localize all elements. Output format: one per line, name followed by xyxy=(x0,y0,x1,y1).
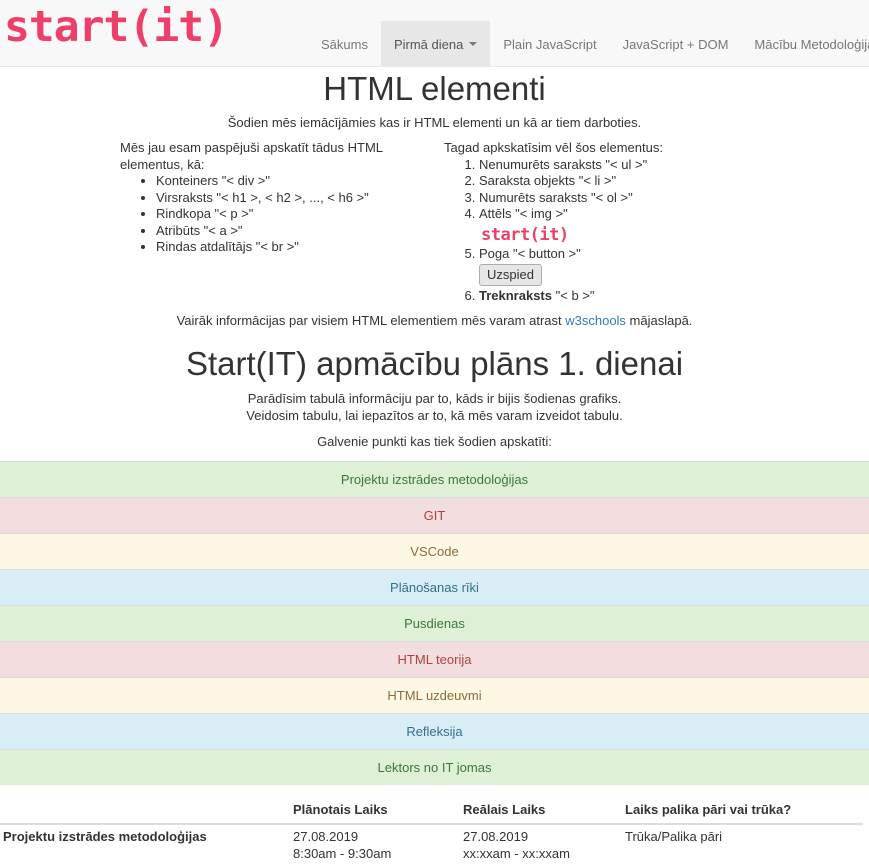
plan-line-1: Parādīsim tabulā informāciju par to, kād… xyxy=(247,391,622,406)
left-column: Mēs jau esam paspējuši apskatīt tādus HT… xyxy=(120,140,410,256)
list-item: Numurēts saraksts "< ol >" xyxy=(479,190,744,207)
right-lead: Tagad apkskatīsim vēl šos elementus: xyxy=(444,140,663,155)
list-item: Nenumurēts saraksts "< ul >" xyxy=(479,157,744,174)
list-item: HTML teorija xyxy=(0,641,869,677)
list-item: Virsraksts "< h1 >, < h2 >, ..., < h6 >" xyxy=(156,190,410,207)
table-header-cell: Plānotais Laiks xyxy=(290,795,460,825)
planned-time: 8:30am - 9:30am xyxy=(293,845,392,861)
list-item: Lektors no IT jomas xyxy=(0,749,869,785)
more-info-prefix: Vairāk informācijas par visiem HTML elem… xyxy=(176,313,566,328)
planned-date: 27.08.2019 xyxy=(293,829,359,844)
list-item: Rindas atdalītājs "< br >" xyxy=(156,239,410,256)
table-cell-name: Projektu izstrādes metodoloģijas xyxy=(0,823,290,866)
nav-item-javascript-dom[interactable]: JavaScript + DOM xyxy=(610,21,742,67)
table-row: Projektu izstrādes metodoloģijas 27.08.2… xyxy=(0,823,863,866)
list-item-label: "< b >" xyxy=(555,288,595,303)
list-item: Treknraksts "< b >" xyxy=(479,288,744,305)
table-cell-status: Trūka/Palika pāri xyxy=(622,823,863,866)
intro-text: Šodien mēs iemācījāmies kas ir HTML elem… xyxy=(227,115,642,130)
brand-logo[interactable]: start(it) xyxy=(4,2,229,52)
plan-line-2: Veidosim tabulu, lai iepazītos ar to, kā… xyxy=(246,408,623,423)
nav-item-sakums[interactable]: Sākums xyxy=(308,21,381,67)
table-cell-planned: 27.08.2019 8:30am - 9:30am xyxy=(290,823,460,866)
right-column: Tagad apkskatīsim vēl šos elementus: Nen… xyxy=(444,140,744,305)
table-header-cell: Reālais Laiks xyxy=(460,795,622,825)
list-item: Pusdienas xyxy=(0,605,869,641)
left-lead: Mēs jau esam paspējuši apskatīt tādus HT… xyxy=(120,140,383,172)
list-item: Poga "< button >" Uzspied xyxy=(479,246,744,289)
nav-menu: Sākums Pirmā diena Plain JavaScript Java… xyxy=(308,21,869,67)
list-item-label: Attēls "< img >" xyxy=(479,206,568,221)
bold-text: Treknraksts xyxy=(479,288,552,303)
points-list: Projektu izstrādes metodoloģijas GIT VSC… xyxy=(0,461,869,785)
schedule-table: Plānotais Laiks Reālais Laiks Laiks pali… xyxy=(0,795,863,866)
nav-item-label: Pirmā diena xyxy=(393,36,464,52)
table-cell-actual: 27.08.2019 xx:xxam - xx:xxam xyxy=(460,823,622,866)
list-item: Saraksta objekts "< li >" xyxy=(479,173,744,190)
table-header-row: Plānotais Laiks Reālais Laiks Laiks pali… xyxy=(0,795,863,825)
table-header-cell xyxy=(0,795,290,825)
caret-down-icon xyxy=(469,42,478,46)
table-header-cell: Laiks palika pāri vai trūka? xyxy=(622,795,863,825)
nav-item-plain-javascript[interactable]: Plain JavaScript xyxy=(490,21,609,67)
nav-item-pirma-diena[interactable]: Pirmā diena xyxy=(380,21,491,67)
nav-item-macibu-metodologija[interactable]: Mācību Metodoloģija xyxy=(741,21,869,67)
list-item: Konteiners "< div >" xyxy=(156,173,410,190)
plan-title: Start(IT) apmācību plāns 1. dienai xyxy=(185,345,684,382)
startit-logo-image: start(it) xyxy=(481,224,569,245)
left-list: Konteiners "< div >" Virsraksts "< h1 >,… xyxy=(156,173,410,256)
list-item: Projektu izstrādes metodoloģijas xyxy=(0,461,869,497)
list-item: Atribūts "< a >" xyxy=(156,223,410,240)
points-lead: Galvenie punkti kas tiek šodien apskatīt… xyxy=(317,434,552,449)
right-list: Nenumurēts saraksts "< ul >" Saraksta ob… xyxy=(479,157,744,305)
uzspied-button[interactable]: Uzspied xyxy=(479,264,542,286)
w3schools-link[interactable]: w3schools xyxy=(565,313,626,328)
actual-date: 27.08.2019 xyxy=(463,829,529,844)
list-item: Attēls "< img >" start(it) xyxy=(479,206,744,246)
actual-time: xx:xxam - xx:xxam xyxy=(463,845,570,861)
list-item-label: Poga "< button >" xyxy=(479,245,581,261)
more-info-text: Vairāk informācijas par visiem HTML elem… xyxy=(0,313,869,330)
list-item: GIT xyxy=(0,497,869,533)
navbar: start(it) Sākums Pirmā diena Plain JavaS… xyxy=(0,0,869,67)
list-item: HTML uzdeuvmi xyxy=(0,677,869,713)
list-item: VSCode xyxy=(0,533,869,569)
page-title: HTML elementi xyxy=(323,70,546,107)
list-item: Plānošanas rīki xyxy=(0,569,869,605)
more-info-suffix: mājaslapā. xyxy=(625,313,693,328)
list-item: Rindkopa "< p >" xyxy=(156,206,410,223)
list-item: Refleksija xyxy=(0,713,869,749)
